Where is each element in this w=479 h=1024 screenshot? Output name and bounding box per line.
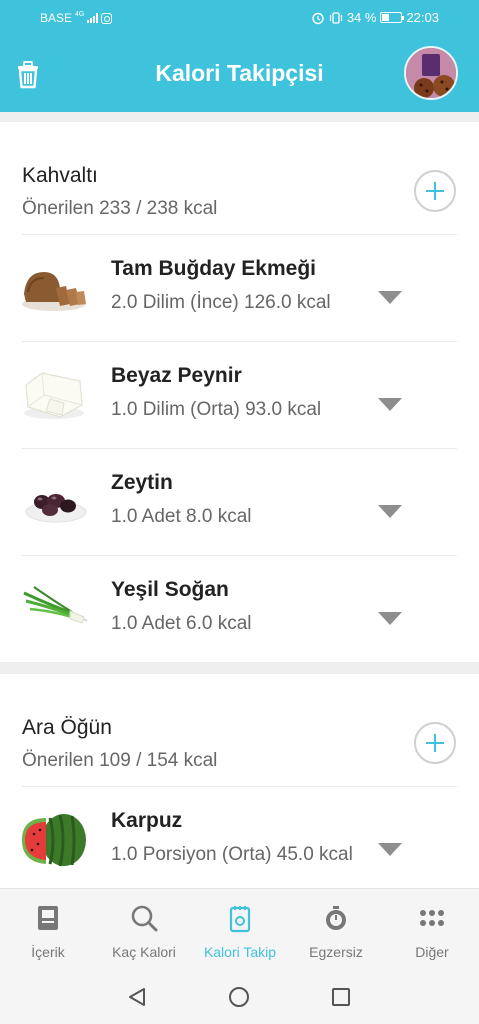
avatar-image <box>406 48 456 98</box>
food-name: Tam Buğday Ekmeği <box>111 257 316 280</box>
notepad-icon <box>229 906 251 933</box>
nav-kalori-takip[interactable]: Kalori Takip <box>192 903 288 960</box>
food-item[interactable]: Zeytin 1.0 Adet 8.0 kcal <box>0 448 479 555</box>
nav-label: İçerik <box>31 944 65 960</box>
food-detail: 1.0 Porsiyon (Orta) 45.0 kcal <box>111 844 353 865</box>
food-item[interactable]: Yeşil Soğan 1.0 Adet 6.0 kcal <box>0 555 479 662</box>
nav-icerik[interactable]: İçerik <box>0 903 96 960</box>
olives-icon <box>25 494 87 523</box>
bread-icon <box>22 272 86 311</box>
app-bar: Kalori Takipçisi <box>0 36 479 112</box>
book-icon <box>38 906 58 930</box>
food-name: Zeytin <box>111 471 173 494</box>
carrier-label: BASE <box>40 11 73 25</box>
meal-section-breakfast: Kahvaltı Önerilen 233 / 238 kcal Tam Buğ… <box>0 122 479 662</box>
expand-arrow-icon[interactable] <box>378 291 402 304</box>
clock: 22:03 <box>406 10 439 25</box>
meal-title: Ara Öğün <box>22 716 112 739</box>
network-label: 4G <box>75 10 85 18</box>
food-detail: 1.0 Adet 6.0 kcal <box>111 613 252 634</box>
alarm-icon <box>312 12 324 24</box>
system-nav-bar <box>0 968 479 1024</box>
battery-icon <box>380 12 405 23</box>
food-name: Yeşil Soğan <box>111 578 229 601</box>
nav-kac-kalori[interactable]: Kaç Kalori <box>96 903 192 960</box>
food-detail: 2.0 Dilim (İnce) 126.0 kcal <box>111 292 331 313</box>
nav-label: Kaç Kalori <box>112 944 176 960</box>
watermelon-icon <box>22 814 86 867</box>
avatar[interactable] <box>404 46 458 100</box>
content-scroll[interactable]: Kahvaltı Önerilen 233 / 238 kcal Tam Buğ… <box>0 112 479 888</box>
add-food-button[interactable] <box>414 170 456 212</box>
home-icon[interactable] <box>228 986 250 1008</box>
battery-percent: 34 % <box>346 10 377 25</box>
search-icon <box>131 905 158 932</box>
expand-arrow-icon[interactable] <box>378 843 402 856</box>
nav-egzersiz[interactable]: Egzersiz <box>288 903 384 960</box>
signal-icon <box>87 13 99 23</box>
nav-label: Kalori Takip <box>203 944 277 960</box>
green-onion-icon <box>23 586 88 624</box>
meal-calorie-summary: Önerilen 109 / 154 kcal <box>22 750 218 771</box>
food-item[interactable]: Karpuz 1.0 Porsiyon (Orta) 45.0 kcal <box>0 786 479 888</box>
nav-label: Egzersiz <box>309 944 363 960</box>
back-icon[interactable] <box>126 986 148 1008</box>
nav-diger[interactable]: Diğer <box>384 903 479 960</box>
vibrate-icon <box>329 11 342 24</box>
recents-icon[interactable] <box>330 986 352 1008</box>
food-item[interactable]: Beyaz Peynir 1.0 Dilim (Orta) 93.0 kcal <box>0 341 479 448</box>
nav-label: Diğer <box>415 944 449 960</box>
bottom-nav: İçerik Kaç Kalori Kalori Takip Egzersiz … <box>0 888 479 968</box>
expand-arrow-icon[interactable] <box>378 398 402 411</box>
food-item[interactable]: Tam Buğday Ekmeği 2.0 Dilim (İnce) 126.0… <box>0 234 479 341</box>
status-bar: BASE 4G 34 % 22:03 <box>0 0 479 36</box>
instagram-icon <box>101 12 113 24</box>
expand-arrow-icon[interactable] <box>378 505 402 518</box>
meal-calorie-summary: Önerilen 233 / 238 kcal <box>22 198 218 219</box>
expand-arrow-icon[interactable] <box>378 612 402 625</box>
meal-title: Kahvaltı <box>22 164 98 187</box>
more-icon <box>420 910 444 926</box>
food-name: Beyaz Peynir <box>111 364 242 387</box>
cheese-icon <box>24 372 84 419</box>
stopwatch-icon <box>326 906 346 930</box>
food-detail: 1.0 Adet 8.0 kcal <box>111 506 252 527</box>
food-detail: 1.0 Dilim (Orta) 93.0 kcal <box>111 399 322 420</box>
food-name: Karpuz <box>111 809 183 832</box>
meal-section-snack: Ara Öğün Önerilen 109 / 154 kcal Karpuz … <box>0 674 479 888</box>
add-food-button[interactable] <box>414 722 456 764</box>
